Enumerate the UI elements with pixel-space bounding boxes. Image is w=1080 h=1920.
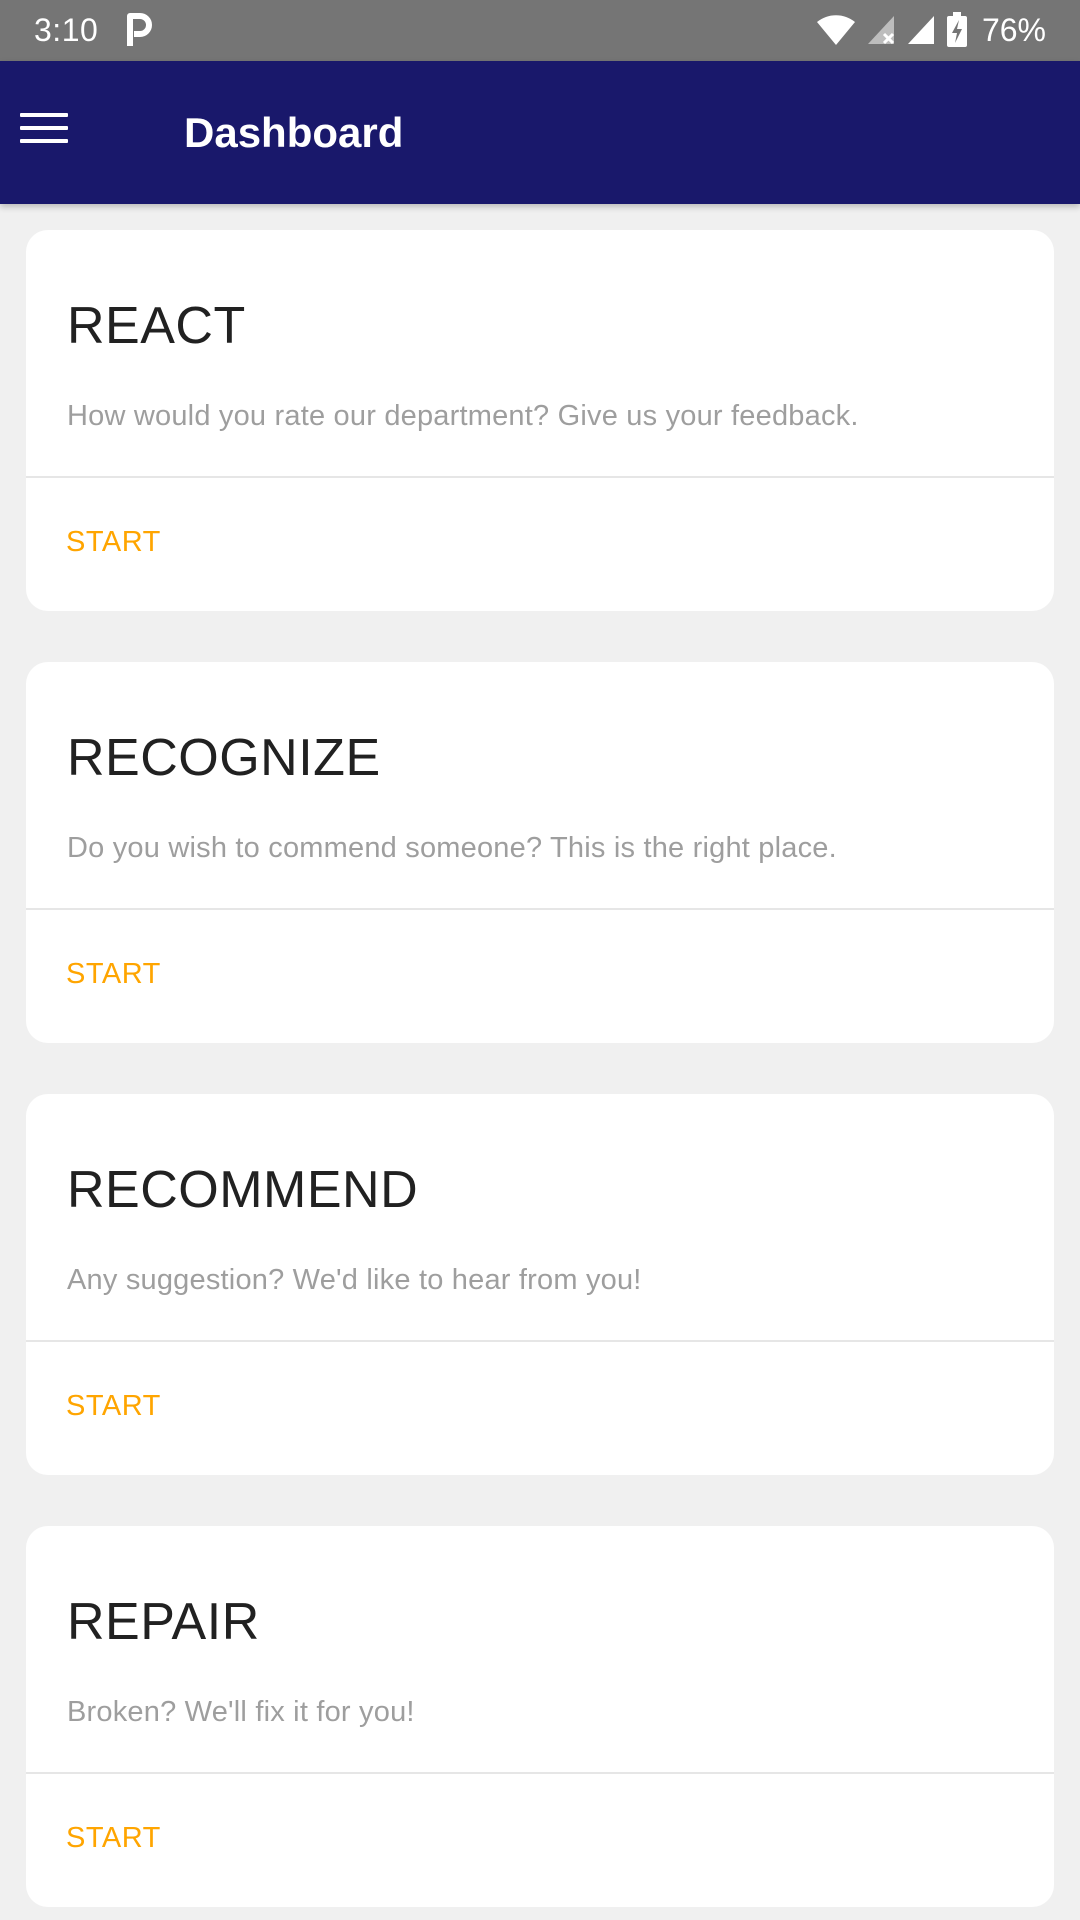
recognize-start-button[interactable]: START <box>66 958 161 991</box>
battery-charging-icon <box>946 12 967 47</box>
card-description: Do you wish to commend someone? This is … <box>67 832 837 864</box>
card-title: REACT <box>67 297 246 355</box>
repair-start-button[interactable]: START <box>66 1822 161 1855</box>
parking-app-icon <box>127 13 152 46</box>
card-divider <box>26 908 1054 910</box>
card-title: REPAIR <box>67 1593 260 1651</box>
battery-percent: 76% <box>981 11 1046 48</box>
recommend-start-button[interactable]: START <box>66 1390 161 1423</box>
card-recognize: RECOGNIZE Do you wish to commend someone… <box>26 662 1054 1043</box>
card-title: RECOMMEND <box>67 1161 419 1219</box>
signal-icon <box>907 16 934 44</box>
card-description: How would you rate our department? Give … <box>67 400 859 432</box>
wifi-icon <box>816 15 855 46</box>
hamburger-menu-icon[interactable] <box>14 98 74 158</box>
status-icons: 76% <box>816 10 1046 50</box>
card-recommend: RECOMMEND Any suggestion? We'd like to h… <box>26 1094 1054 1475</box>
status-time: 3:10 <box>34 12 99 48</box>
app-bar: Dashboard <box>0 61 1080 204</box>
card-divider <box>26 1772 1054 1774</box>
card-description: Broken? We'll fix it for you! <box>67 1696 415 1728</box>
signal-no-sim-icon <box>867 16 895 45</box>
card-divider <box>26 476 1054 478</box>
card-description: Any suggestion? We'd like to hear from y… <box>67 1264 642 1296</box>
card-title: RECOGNIZE <box>67 729 381 787</box>
card-react: REACT How would you rate our department?… <box>26 230 1054 611</box>
page-title: Dashboard <box>184 109 404 156</box>
status-bar: 3:10 76% <box>0 0 1080 61</box>
react-start-button[interactable]: START <box>66 526 161 559</box>
card-divider <box>26 1340 1054 1342</box>
card-list: REACT How would you rate our department?… <box>0 204 1080 1920</box>
card-repair: REPAIR Broken? We'll fix it for you! STA… <box>26 1526 1054 1907</box>
